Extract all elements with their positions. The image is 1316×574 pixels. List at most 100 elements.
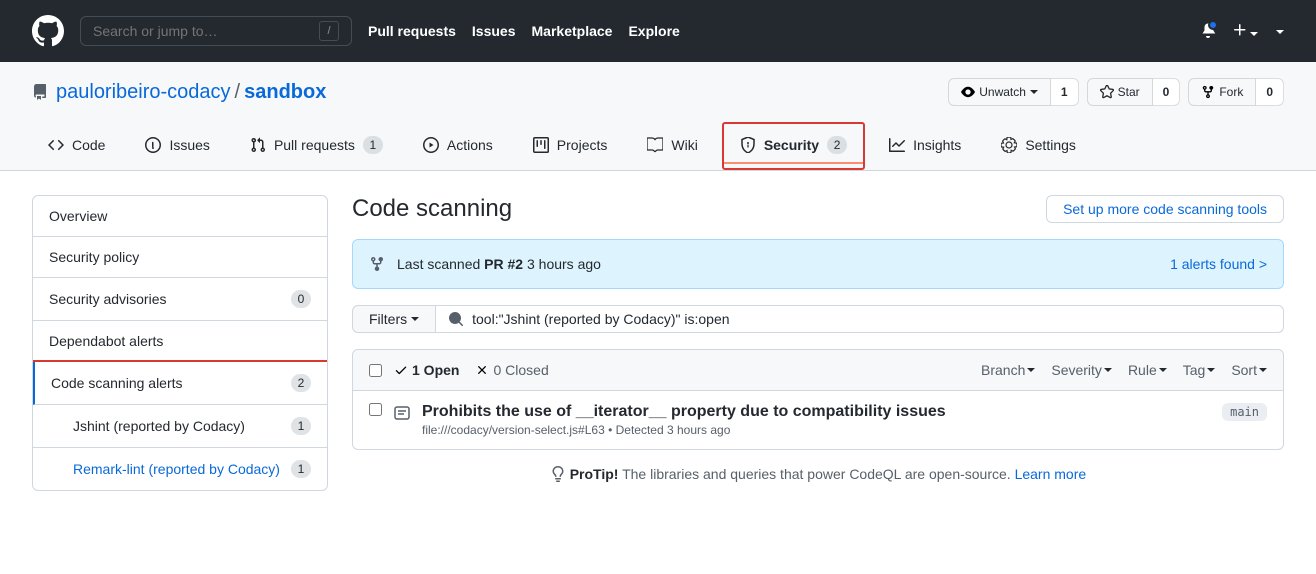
filters-button[interactable]: Filters [352, 305, 436, 333]
repo-owner-link[interactable]: pauloribeiro-codacy [56, 81, 231, 104]
tab-insights[interactable]: Insights [873, 122, 977, 170]
repo-header: pauloribeiro-codacy / sandbox Unwatch 1 … [0, 62, 1316, 171]
search-slash-hint: / [319, 21, 339, 41]
tab-pulls-count: 1 [363, 136, 383, 154]
select-all-checkbox[interactable] [369, 364, 382, 377]
closed-tab[interactable]: 0 Closed [475, 362, 548, 378]
tab-security[interactable]: Security 2 [724, 128, 863, 164]
protip-label: ProTip! [570, 466, 619, 482]
nav-issues[interactable]: Issues [472, 23, 516, 39]
tab-insights-label: Insights [913, 137, 961, 153]
alerts-found-link[interactable]: 1 alerts found > [1170, 256, 1267, 272]
unwatch-button[interactable]: Unwatch [948, 78, 1051, 106]
setup-tools-link[interactable]: Set up more code scanning tools [1046, 195, 1284, 223]
sort-controls: Branch Severity Rule Tag Sort [981, 362, 1267, 378]
open-tab[interactable]: 1 Open [394, 362, 459, 378]
protip-text: The libraries and queries that power Cod… [618, 466, 1014, 482]
sort-branch[interactable]: Branch [981, 362, 1035, 378]
page-title: Code scanning [352, 195, 512, 223]
star-group: Star 0 [1087, 78, 1181, 106]
github-logo[interactable] [32, 15, 64, 47]
sort-sort[interactable]: Sort [1231, 362, 1267, 378]
tab-pulls[interactable]: Pull requests 1 [234, 122, 399, 170]
sidebar-item-advisories[interactable]: Security advisories 0 [33, 278, 327, 321]
star-button[interactable]: Star [1087, 78, 1153, 106]
repo-title: pauloribeiro-codacy / sandbox [32, 81, 326, 104]
tab-wiki-label: Wiki [671, 137, 697, 153]
unwatch-label: Unwatch [979, 82, 1026, 102]
star-count[interactable]: 0 [1153, 78, 1181, 106]
sidebar-remark-label: Remark-lint (reported by Codacy) [73, 461, 280, 477]
lightbulb-icon [550, 466, 566, 482]
sidebar-overview-label: Overview [49, 208, 107, 224]
create-new-button[interactable] [1232, 22, 1258, 41]
last-scanned-banner: Last scanned PR #2 3 hours ago 1 alerts … [352, 239, 1284, 289]
x-icon [475, 363, 489, 377]
project-icon [533, 137, 549, 153]
gear-icon [1001, 137, 1017, 153]
sidebar-item-remark-lint[interactable]: Remark-lint (reported by Codacy) 1 [33, 448, 327, 490]
eye-icon [961, 85, 975, 99]
sidebar-advisories-label: Security advisories [49, 291, 167, 307]
search-input[interactable] [93, 23, 319, 39]
sidebar-code-scanning-label: Code scanning alerts [51, 375, 183, 391]
tab-code-label: Code [72, 137, 105, 153]
branch-icon [369, 256, 385, 272]
tab-projects-label: Projects [557, 137, 608, 153]
header-nav: Pull requests Issues Marketplace Explore [368, 23, 680, 39]
tab-security-highlight: Security 2 [722, 122, 865, 170]
tab-code[interactable]: Code [32, 122, 121, 170]
branch-label: main [1222, 403, 1267, 421]
filters-label: Filters [369, 311, 407, 327]
watch-count[interactable]: 1 [1051, 78, 1079, 106]
tab-settings[interactable]: Settings [985, 122, 1092, 170]
sidebar-item-policy[interactable]: Security policy [33, 237, 327, 278]
sidebar-jshint-count: 1 [291, 417, 311, 435]
nav-pulls[interactable]: Pull requests [368, 23, 456, 39]
issue-icon [145, 137, 161, 153]
sidebar-item-overview[interactable]: Overview [33, 196, 327, 237]
fork-count[interactable]: 0 [1256, 78, 1284, 106]
sort-rule[interactable]: Rule [1128, 362, 1167, 378]
tab-settings-label: Settings [1025, 137, 1076, 153]
code-icon [48, 137, 64, 153]
repo-name-link[interactable]: sandbox [244, 81, 326, 104]
tab-issues[interactable]: Issues [129, 122, 225, 170]
user-menu[interactable] [1274, 23, 1284, 39]
sidebar-item-jshint[interactable]: Jshint (reported by Codacy) 1 [33, 405, 327, 448]
search-icon [448, 311, 464, 327]
sidebar-code-scanning-count: 2 [291, 374, 311, 392]
search-box[interactable]: / [80, 16, 352, 46]
unwatch-group: Unwatch 1 [948, 78, 1078, 106]
nav-explore[interactable]: Explore [628, 23, 679, 39]
alert-title: Prohibits the use of __iterator__ proper… [422, 403, 1210, 421]
sidebar-advisories-count: 0 [291, 290, 311, 308]
sidebar-code-scanning-highlight: Code scanning alerts 2 Jshint (reported … [32, 360, 328, 491]
tab-wiki[interactable]: Wiki [631, 122, 713, 170]
play-icon [423, 137, 439, 153]
star-label: Star [1118, 82, 1140, 102]
banner-text: Last scanned PR #2 3 hours ago [397, 256, 601, 272]
sort-severity[interactable]: Severity [1051, 362, 1112, 378]
notifications-button[interactable] [1200, 22, 1216, 41]
alert-meta: file:///codacy/version-select.js#L63 • D… [422, 423, 1210, 437]
sidebar: Overview Security policy Security adviso… [32, 195, 328, 491]
open-count: 1 Open [412, 362, 459, 378]
filter-input[interactable] [472, 311, 1271, 327]
pull-request-icon [250, 137, 266, 153]
protip-link[interactable]: Learn more [1015, 466, 1087, 482]
nav-marketplace[interactable]: Marketplace [532, 23, 613, 39]
alerts-list: 1 Open 0 Closed Branch Severity Rule Tag… [352, 349, 1284, 450]
tab-issues-label: Issues [169, 137, 209, 153]
check-icon [394, 363, 408, 377]
sidebar-item-code-scanning[interactable]: Code scanning alerts 2 [33, 362, 327, 405]
fork-button[interactable]: Fork [1188, 78, 1256, 106]
sidebar-item-dependabot[interactable]: Dependabot alerts [33, 321, 327, 362]
alert-checkbox[interactable] [369, 403, 382, 416]
sort-tag[interactable]: Tag [1183, 362, 1216, 378]
tab-projects[interactable]: Projects [517, 122, 624, 170]
alert-row[interactable]: Prohibits the use of __iterator__ proper… [353, 391, 1283, 449]
filter-input-wrapper[interactable] [436, 305, 1284, 333]
alert-detail-icon [394, 405, 410, 421]
tab-actions[interactable]: Actions [407, 122, 509, 170]
